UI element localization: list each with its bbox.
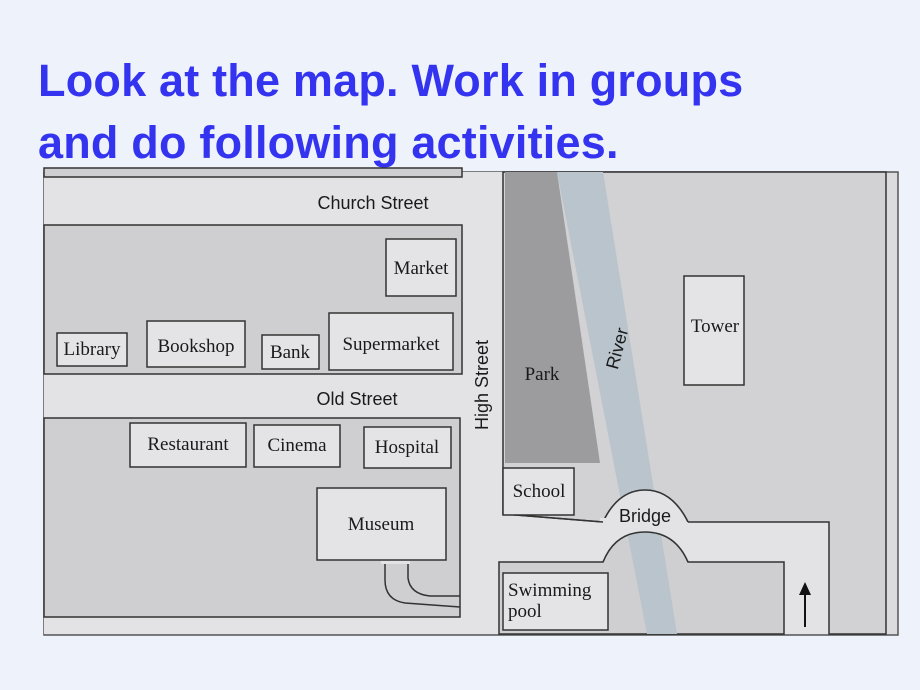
bookshop-label: Bookshop bbox=[157, 336, 234, 357]
bridge-label: Bridge bbox=[619, 506, 671, 526]
building-museum[interactable]: Museum bbox=[316, 487, 447, 561]
building-hospital[interactable]: Hospital bbox=[363, 426, 452, 469]
building-restaurant[interactable]: Restaurant bbox=[129, 422, 247, 468]
building-bank[interactable]: Bank bbox=[261, 334, 320, 370]
school-label: School bbox=[513, 481, 566, 502]
swimming-pool-label-1: Swimming bbox=[508, 580, 592, 601]
building-market[interactable]: Market bbox=[385, 238, 457, 297]
tower-label: Tower bbox=[691, 316, 740, 337]
museum-label: Museum bbox=[348, 514, 415, 535]
market-label: Market bbox=[394, 258, 450, 279]
restaurant-label: Restaurant bbox=[147, 434, 229, 455]
park-label: Park bbox=[525, 364, 560, 385]
building-supermarket[interactable]: Supermarket bbox=[328, 312, 454, 371]
swimming-pool-label-2: pool bbox=[508, 601, 542, 622]
library-label: Library bbox=[64, 339, 121, 360]
high-street-label: High Street bbox=[472, 340, 492, 430]
map: Market Library Bookshop Bank Supermarket… bbox=[43, 167, 899, 636]
building-bookshop[interactable]: Bookshop bbox=[146, 320, 246, 368]
bank-label: Bank bbox=[270, 342, 311, 363]
building-tower[interactable]: Tower bbox=[683, 275, 745, 386]
old-street-label: Old Street bbox=[316, 389, 397, 409]
building-swimming-pool[interactable]: Swimming pool bbox=[502, 572, 609, 631]
building-school[interactable]: School bbox=[502, 467, 575, 516]
church-street-label: Church Street bbox=[317, 193, 428, 213]
building-library[interactable]: Library bbox=[56, 332, 128, 367]
top-block bbox=[43, 167, 463, 178]
supermarket-label: Supermarket bbox=[342, 334, 440, 355]
building-cinema[interactable]: Cinema bbox=[253, 424, 341, 468]
hospital-label: Hospital bbox=[375, 437, 439, 458]
cinema-label: Cinema bbox=[267, 435, 327, 456]
